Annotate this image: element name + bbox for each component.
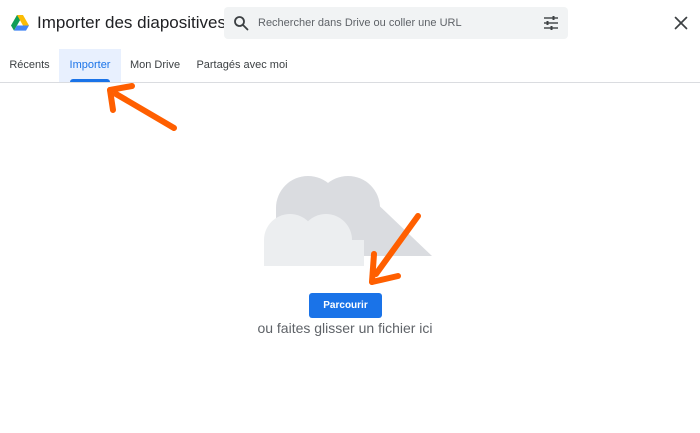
tab-mon-drive[interactable]: Mon Drive (124, 49, 186, 82)
tune-icon[interactable] (543, 15, 559, 31)
close-icon[interactable] (674, 16, 688, 30)
annotation-arrow-tab-icon (107, 83, 177, 131)
dialog-title: Importer des diapositives (37, 13, 226, 32)
cloud-illustration-icon (264, 176, 432, 266)
dialog-header: Importer des diapositives (0, 0, 700, 48)
search-icon[interactable] (233, 15, 249, 31)
drag-drop-hint: ou faites glisser un fichier ici (257, 320, 433, 336)
tab-bar: Récents Importer Mon Drive Partagés avec… (0, 49, 700, 83)
search-input[interactable] (258, 7, 528, 39)
import-slides-dialog: Importer des diapositives Récents (0, 0, 700, 433)
tab-importer[interactable]: Importer (59, 49, 121, 82)
tab-label: Récents (9, 59, 50, 71)
active-tab-indicator (70, 79, 110, 82)
tab-recents[interactable]: Récents (0, 49, 59, 82)
google-drive-logo-icon (11, 15, 29, 31)
browse-button[interactable]: Parcourir (309, 293, 382, 318)
tab-label: Mon Drive (129, 59, 181, 71)
search-box[interactable] (224, 7, 568, 39)
tab-label: Partagés avec moi (196, 59, 288, 71)
tab-partages[interactable]: Partagés avec moi (192, 49, 292, 82)
tab-label: Importer (69, 59, 111, 71)
